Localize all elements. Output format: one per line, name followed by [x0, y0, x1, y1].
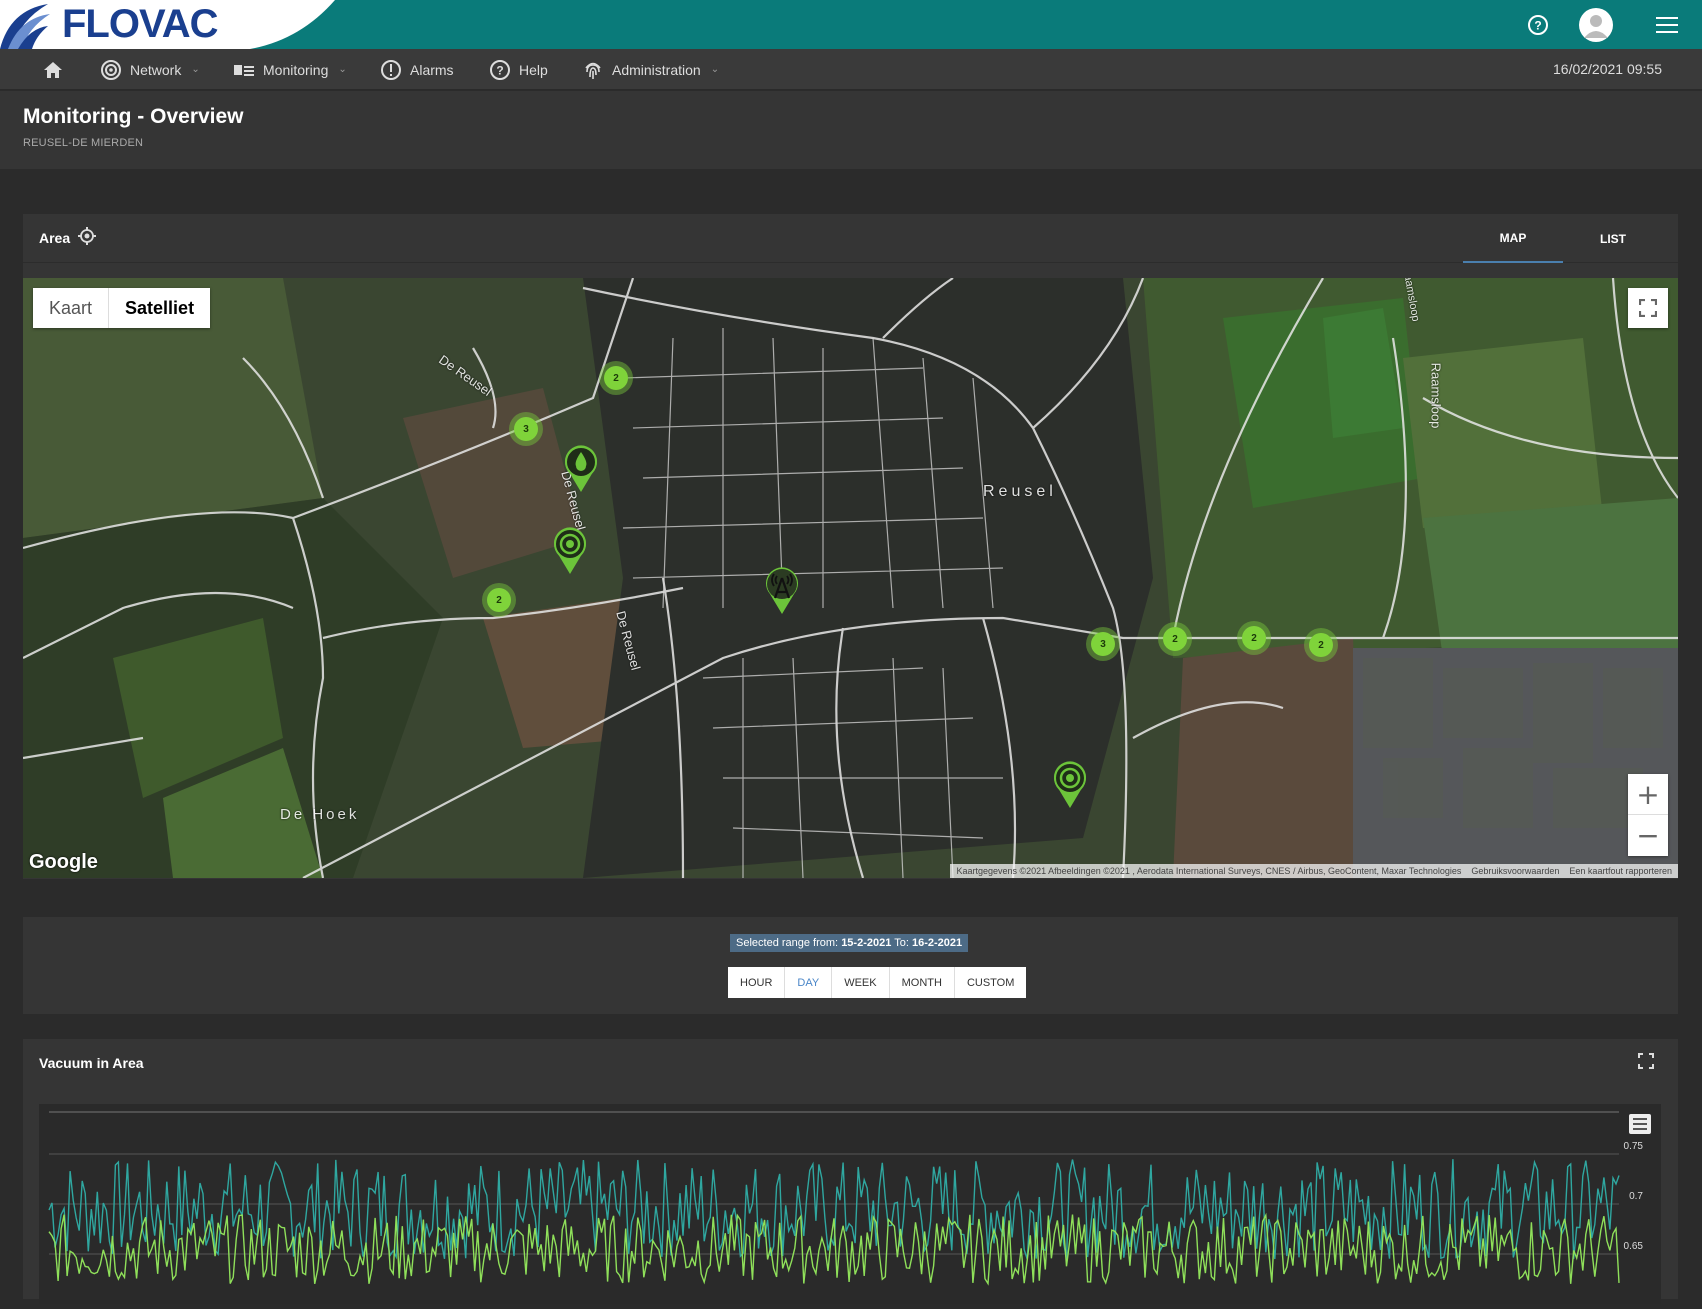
logo[interactable]: FLOVAC [0, 0, 340, 49]
chevron-down-icon: ⌄ [338, 64, 347, 75]
chart-series-line [48, 1159, 1620, 1260]
range-button-group: HOUR DAY WEEK MONTH CUSTOM [728, 967, 1027, 998]
map-label-reusel: Reusel [983, 483, 1057, 500]
map-type-control: Kaart Satelliet [33, 288, 211, 328]
target-pin-icon[interactable] [550, 524, 590, 576]
map-label-raamsloop: Raamsloop [1428, 362, 1444, 429]
fullscreen-icon [1639, 299, 1657, 317]
area-card: Area MAP LIST De Reusel De Reusel De Reu… [23, 214, 1678, 879]
vacuum-chart: 0.75 0.7 0.65 [39, 1104, 1661, 1304]
map-cluster-marker[interactable]: 2 [482, 583, 516, 617]
help-icon: ? [490, 59, 510, 80]
nav-bar: Network ⌄ Monitoring ⌄ Alarms ? Help Admin… [0, 49, 1702, 90]
fingerprint-icon [585, 62, 601, 79]
page-title: Monitoring - Overview [23, 105, 244, 128]
map-type-kaart-button[interactable]: Kaart [33, 288, 110, 328]
expand-icon[interactable] [1638, 1053, 1654, 1074]
range-hour-button[interactable]: HOUR [728, 967, 786, 998]
help-icon[interactable]: ? [1526, 0, 1550, 49]
range-from: 15-2-2021 [841, 937, 892, 949]
nav-network-label: Network [130, 61, 182, 78]
nav-alarms-label: Alarms [410, 61, 454, 78]
antenna-pin-icon[interactable] [762, 564, 802, 616]
range-week-button[interactable]: WEEK [832, 967, 890, 998]
range-day-button[interactable]: DAY [785, 967, 833, 998]
tab-map[interactable]: MAP [1463, 214, 1563, 263]
chart-y-tick-label: 0.75 [1623, 1141, 1643, 1152]
top-bar: FLOVAC ? [0, 0, 1702, 49]
map-zoom-control: + − [1628, 774, 1668, 856]
chevron-down-icon: ⌄ [191, 64, 200, 75]
map-label-de-hoek: De Hoek [280, 806, 360, 823]
nav-help-label: Help [519, 61, 548, 78]
map-fullscreen-button[interactable] [1628, 288, 1668, 328]
vacuum-chart-plot [48, 1111, 1620, 1286]
area-title: Area [39, 230, 71, 246]
water-drop-pin-icon[interactable] [561, 442, 601, 494]
range-label-prefix: Selected range from: [736, 937, 839, 949]
page-subtitle: REUSEL-DE MIERDEN [23, 137, 144, 149]
nav-administration-label: Administration [612, 61, 701, 78]
home-icon[interactable] [42, 49, 64, 90]
zoom-in-button[interactable]: + [1628, 774, 1668, 815]
nav-monitoring[interactable]: Monitoring ⌄ [233, 49, 347, 90]
target-pin-icon[interactable] [1050, 758, 1090, 810]
nav-network[interactable]: Network ⌄ [100, 49, 200, 90]
zoom-out-button[interactable]: − [1628, 815, 1668, 856]
nav-help[interactable]: ? Help [489, 49, 548, 90]
area-card-header: Area MAP LIST [23, 214, 1678, 263]
satellite-map[interactable]: De Reusel De Reusel De Reusel Reusel De … [23, 278, 1678, 878]
map-type-satelliet-button[interactable]: Satelliet [109, 288, 210, 328]
google-logo: Google [29, 851, 98, 873]
selected-range-label: Selected range from: 15-2-2021 To: 16-2-… [730, 934, 969, 952]
logo-text: FLOVAC [62, 2, 218, 46]
range-to: 16-2-2021 [911, 937, 963, 949]
network-icon [101, 59, 121, 80]
vacuum-card: Vacuum in Area 0.75 0.7 0.65 [23, 1039, 1678, 1304]
svg-text:?: ? [1534, 18, 1541, 32]
map-attribution-text: Kaartgegevens ©2021 Afbeeldingen ©2021 ,… [956, 866, 1462, 876]
map-attribution: Kaartgegevens ©2021 Afbeeldingen ©2021 ,… [950, 864, 1678, 878]
tab-list[interactable]: LIST [1563, 214, 1663, 263]
chart-series-line [48, 1212, 1620, 1286]
nav-alarms[interactable]: Alarms [380, 49, 454, 90]
map-cluster-marker[interactable]: 2 [1304, 628, 1338, 662]
map-cluster-marker[interactable]: 3 [1086, 627, 1120, 661]
vacuum-title: Vacuum in Area [39, 1055, 144, 1071]
current-datetime: 16/02/2021 09:55 [1553, 61, 1662, 77]
alarm-icon [381, 59, 401, 80]
locate-icon[interactable] [77, 226, 97, 251]
chevron-down-icon: ⌄ [710, 64, 720, 75]
map-cluster-marker[interactable]: 2 [1158, 622, 1192, 656]
range-custom-button[interactable]: CUSTOM [955, 967, 1026, 998]
nav-monitoring-label: Monitoring [263, 61, 329, 78]
range-card: Selected range from: 15-2-2021 To: 16-2-… [23, 917, 1678, 1014]
chart-y-tick-label: 0.7 [1629, 1191, 1643, 1202]
chart-y-tick-label: 0.65 [1623, 1241, 1643, 1252]
hamburger-menu-icon[interactable] [1654, 0, 1680, 49]
avatar[interactable] [1578, 0, 1614, 49]
monitoring-icon [234, 64, 254, 76]
map-cluster-marker[interactable]: 2 [1237, 621, 1271, 655]
range-label-to: To: [894, 937, 909, 949]
map-cluster-marker[interactable]: 2 [599, 361, 633, 395]
map-terms-link[interactable]: Gebruiksvoorwaarden [1471, 864, 1559, 878]
map-cluster-marker[interactable]: 3 [509, 412, 543, 446]
page-header: Monitoring - Overview REUSEL-DE MIERDEN [0, 91, 1702, 169]
chart-menu-button[interactable] [1629, 1114, 1651, 1134]
nav-administration[interactable]: Administration ⌄ [582, 49, 719, 90]
range-month-button[interactable]: MONTH [890, 967, 955, 998]
svg-text:?: ? [496, 63, 503, 77]
map-report-link[interactable]: Een kaartfout rapporteren [1569, 864, 1672, 878]
